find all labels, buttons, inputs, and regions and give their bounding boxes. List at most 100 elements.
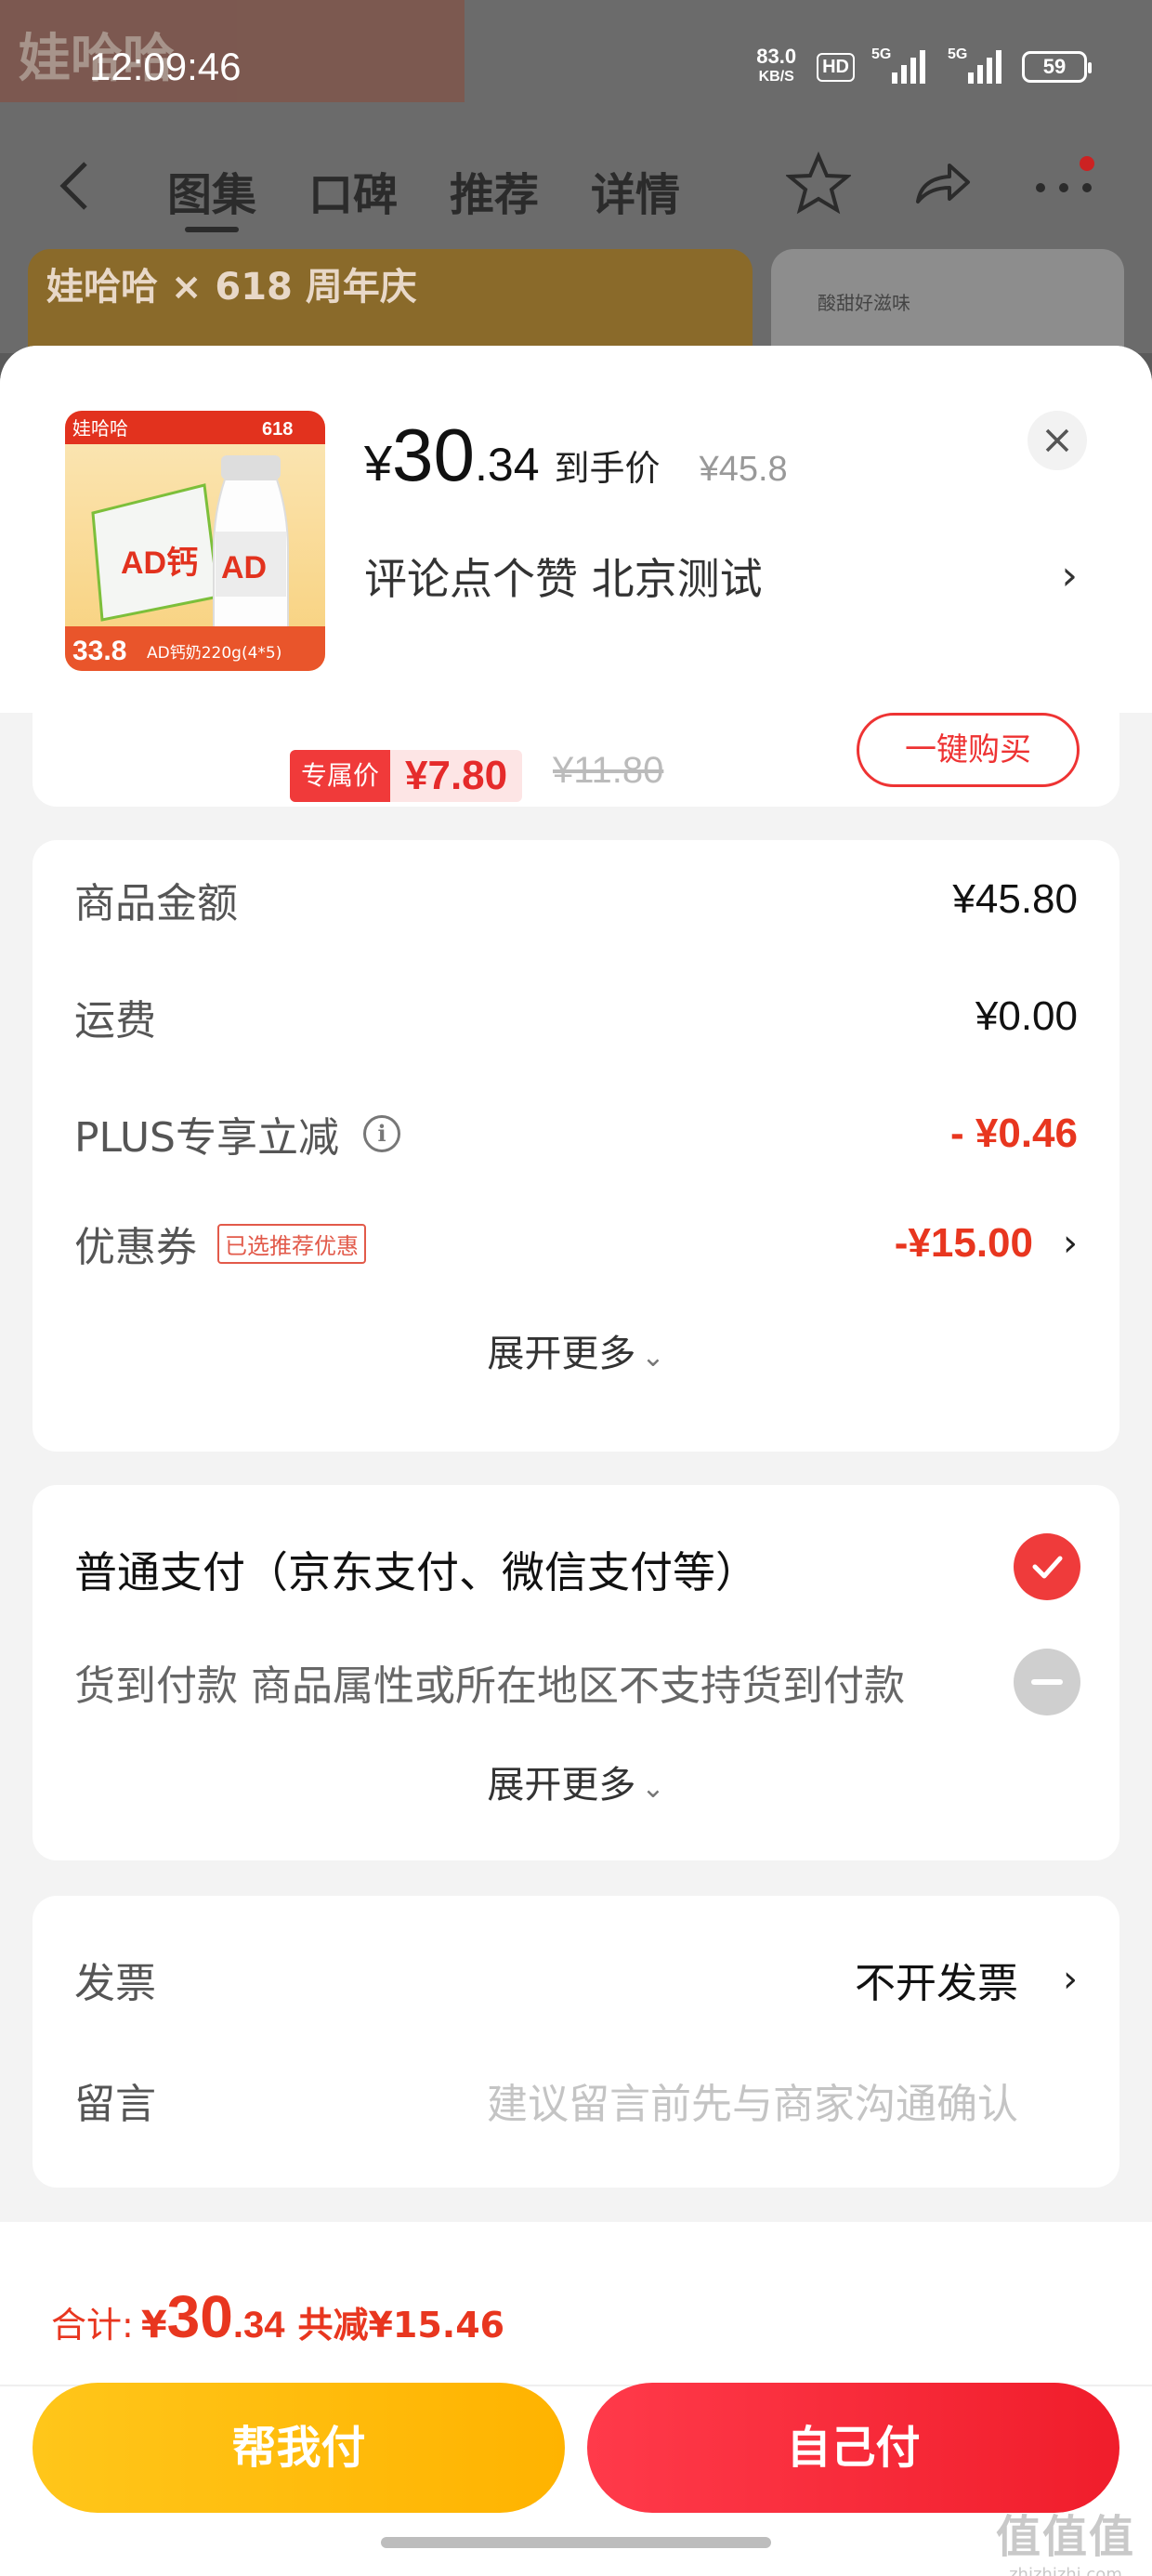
home-indicator[interactable] — [381, 2537, 771, 2548]
invoice-label: 发票 — [74, 1960, 156, 2007]
tab-details[interactable]: 详情 — [591, 158, 680, 223]
row-message[interactable]: 留言 建议留言前先与商家沟通确认 — [74, 2072, 1078, 2128]
product-spec-summary[interactable]: 评论点个赞 北京测试 — [364, 545, 763, 607]
help-pay-button[interactable]: 帮我付 — [33, 2383, 565, 2513]
cash-on-delivery-option: 货到付款 商品属性或所在地区不支持货到付款 — [74, 1663, 905, 1710]
info-icon[interactable]: i — [363, 1115, 400, 1152]
background-thumbnail: 酸甜好滋味 — [771, 249, 1124, 353]
selected-check-icon[interactable] — [1014, 1533, 1080, 1600]
status-bar: 12:09:46 83.0 KB/S HD 5G 5G 59 — [0, 0, 1152, 139]
watermark-logo: 值值值 zhizhizhi.com — [996, 2500, 1135, 2576]
price-decimal: .34 — [475, 439, 540, 491]
notification-dot — [1080, 156, 1094, 171]
checkout-footer: 合计: ¥ 30 .34 共减¥15.46 帮我付 自己付 — [0, 2222, 1152, 2576]
price-integer: 30 — [392, 414, 476, 496]
shipping-label: 运费 — [74, 997, 156, 1045]
expand-more-payment[interactable]: 展开更多 ⌄ — [33, 1755, 1119, 1808]
expand-more-amount[interactable]: 展开更多 ⌄ — [33, 1323, 1119, 1377]
background-banner-text: 娃哈哈 × 618 周年庆 — [46, 266, 417, 309]
goods-amount-value: ¥45.80 — [952, 876, 1078, 922]
close-icon — [1045, 428, 1069, 453]
product-photo: 娃哈哈 618 AD钙 AD 33.8 AD钙奶220g(4*5) — [65, 411, 325, 671]
share-icon[interactable] — [909, 151, 974, 216]
one-click-buy-button[interactable]: 一键购买 — [857, 713, 1080, 787]
image-brand: 娃哈哈 — [72, 417, 128, 440]
payment-method-card: 普通支付（京东支付、微信支付等） 货到付款 商品属性或所在地区不支持货到付款 展… — [33, 1485, 1119, 1860]
invoice-card: 发票 不开发票 › 留言 建议留言前先与商家沟通确认 — [33, 1896, 1119, 2188]
coupon-recommended-badge: 已选推荐优惠 — [217, 1223, 366, 1264]
original-price: ¥45.8 — [699, 450, 788, 489]
svg-text:AD: AD — [221, 550, 267, 585]
tab-recommend[interactable]: 推荐 — [450, 158, 539, 223]
background-product-page: 娃哈哈 12:09:46 83.0 KB/S HD 5G 5G 59 图集 口碑 — [0, 0, 1152, 353]
plus-discount-label: PLUS专享立减 — [74, 1114, 339, 1162]
signal-label-1: 5G — [871, 46, 892, 62]
exclusive-label: 专属价 — [290, 750, 391, 802]
tab-gallery[interactable]: 图集 — [167, 158, 256, 232]
back-arrow-icon[interactable] — [56, 158, 93, 214]
status-time: 12:09:46 — [89, 45, 242, 88]
row-invoice[interactable]: 发票 不开发票 › — [74, 1952, 1078, 2007]
battery-icon: 59 — [1022, 51, 1092, 83]
total-integer: 30 — [166, 2283, 233, 2350]
network-speed-unit: KB/S — [758, 69, 794, 85]
image-badge: 618 — [262, 419, 293, 440]
image-caption: AD钙奶220g(4*5) — [147, 644, 281, 663]
close-button[interactable] — [1028, 411, 1087, 470]
background-banner: 娃哈哈 × 618 周年庆 — [28, 249, 753, 353]
total-savings: 共减¥15.46 — [297, 2305, 505, 2346]
normal-payment-option[interactable]: 普通支付（京东支付、微信支付等） — [74, 1539, 758, 1600]
signal-icon-2: 5G — [948, 46, 1001, 84]
price-currency: ¥ — [364, 436, 393, 492]
expand-more-label: 展开更多 — [487, 1764, 636, 1807]
checkout-sheet: 专属价 ¥7.80 ¥11.80 一键购买 娃哈哈 618 AD钙 AD 33.… — [0, 346, 1152, 2576]
exclusive-price-tag: 专属价 ¥7.80 — [290, 750, 523, 802]
expand-more-label: 展开更多 — [487, 1333, 636, 1375]
coupon-value: -¥15.00 — [894, 1220, 1033, 1266]
coupon-label: 优惠券 — [74, 1224, 197, 1271]
status-indicators: 83.0 KB/S HD 5G 5G 59 — [756, 46, 1092, 87]
plus-discount-value: - ¥0.46 — [950, 1111, 1078, 1156]
product-header: 娃哈哈 618 AD钙 AD 33.8 AD钙奶220g(4*5) ¥ 30 .… — [0, 346, 1152, 713]
self-pay-button[interactable]: 自己付 — [587, 2383, 1119, 2513]
final-price: ¥ 30 .34 到手价 ¥45.8 — [364, 413, 788, 498]
product-nav-bar: 图集 口碑 推荐 详情 — [0, 139, 1152, 242]
goods-amount-label: 商品金额 — [74, 880, 238, 927]
row-coupon[interactable]: 优惠券 已选推荐优惠 -¥15.00 › — [74, 1216, 1078, 1271]
invoice-value: 不开发票 — [855, 1960, 1018, 2007]
shipping-value: ¥0.00 — [975, 993, 1078, 1039]
tab-reviews[interactable]: 口碑 — [308, 158, 398, 223]
watermark-big: 值值值 — [995, 2511, 1135, 2563]
disabled-minus-icon — [1014, 1649, 1080, 1715]
row-shipping: 运费 ¥0.00 — [74, 989, 1078, 1045]
exclusive-price: ¥7.80 — [405, 753, 508, 798]
total-decimal: .34 — [232, 2305, 285, 2346]
product-image: 娃哈哈 618 AD钙 AD 33.8 AD钙奶220g(4*5) — [65, 411, 325, 671]
network-speed-value: 83.0 — [756, 45, 797, 68]
chevron-right-icon[interactable]: › — [1061, 552, 1078, 599]
network-speed: 83.0 KB/S — [756, 46, 796, 87]
star-icon[interactable] — [786, 151, 851, 216]
row-goods-amount: 商品金额 ¥45.80 — [74, 872, 1078, 927]
signal-icon: 5G — [871, 46, 925, 84]
chevron-down-icon: ⌄ — [641, 1341, 665, 1373]
watermark-small: zhizhizhi.com — [1009, 2565, 1122, 2576]
nav-actions — [786, 151, 1096, 216]
exclusive-original-price: ¥11.80 — [553, 750, 664, 791]
image-product-box-text: AD钙 — [121, 545, 198, 581]
message-label: 留言 — [74, 2081, 156, 2128]
price-tag-label: 到手价 — [554, 448, 661, 489]
total-label: 合计: — [51, 2305, 134, 2346]
nav-tabs: 图集 口碑 推荐 详情 — [167, 158, 680, 232]
chevron-right-icon[interactable]: › — [1063, 1958, 1078, 2001]
chevron-down-icon: ⌄ — [641, 1772, 665, 1805]
total-currency: ¥ — [140, 2304, 167, 2346]
hd-badge: HD — [817, 52, 855, 82]
signal-label-2: 5G — [948, 46, 968, 62]
image-price: 33.8 — [72, 636, 126, 666]
background-thumb-text: 酸甜好滋味 — [818, 292, 910, 314]
row-plus-discount: PLUS专享立减 i - ¥0.46 — [74, 1106, 1078, 1162]
amount-breakdown-card: 商品金额 ¥45.80 运费 ¥0.00 PLUS专享立减 i - ¥0.46 … — [33, 840, 1119, 1452]
chevron-right-icon[interactable]: › — [1063, 1222, 1078, 1265]
message-input[interactable]: 建议留言前先与商家沟通确认 — [487, 2070, 1018, 2130]
